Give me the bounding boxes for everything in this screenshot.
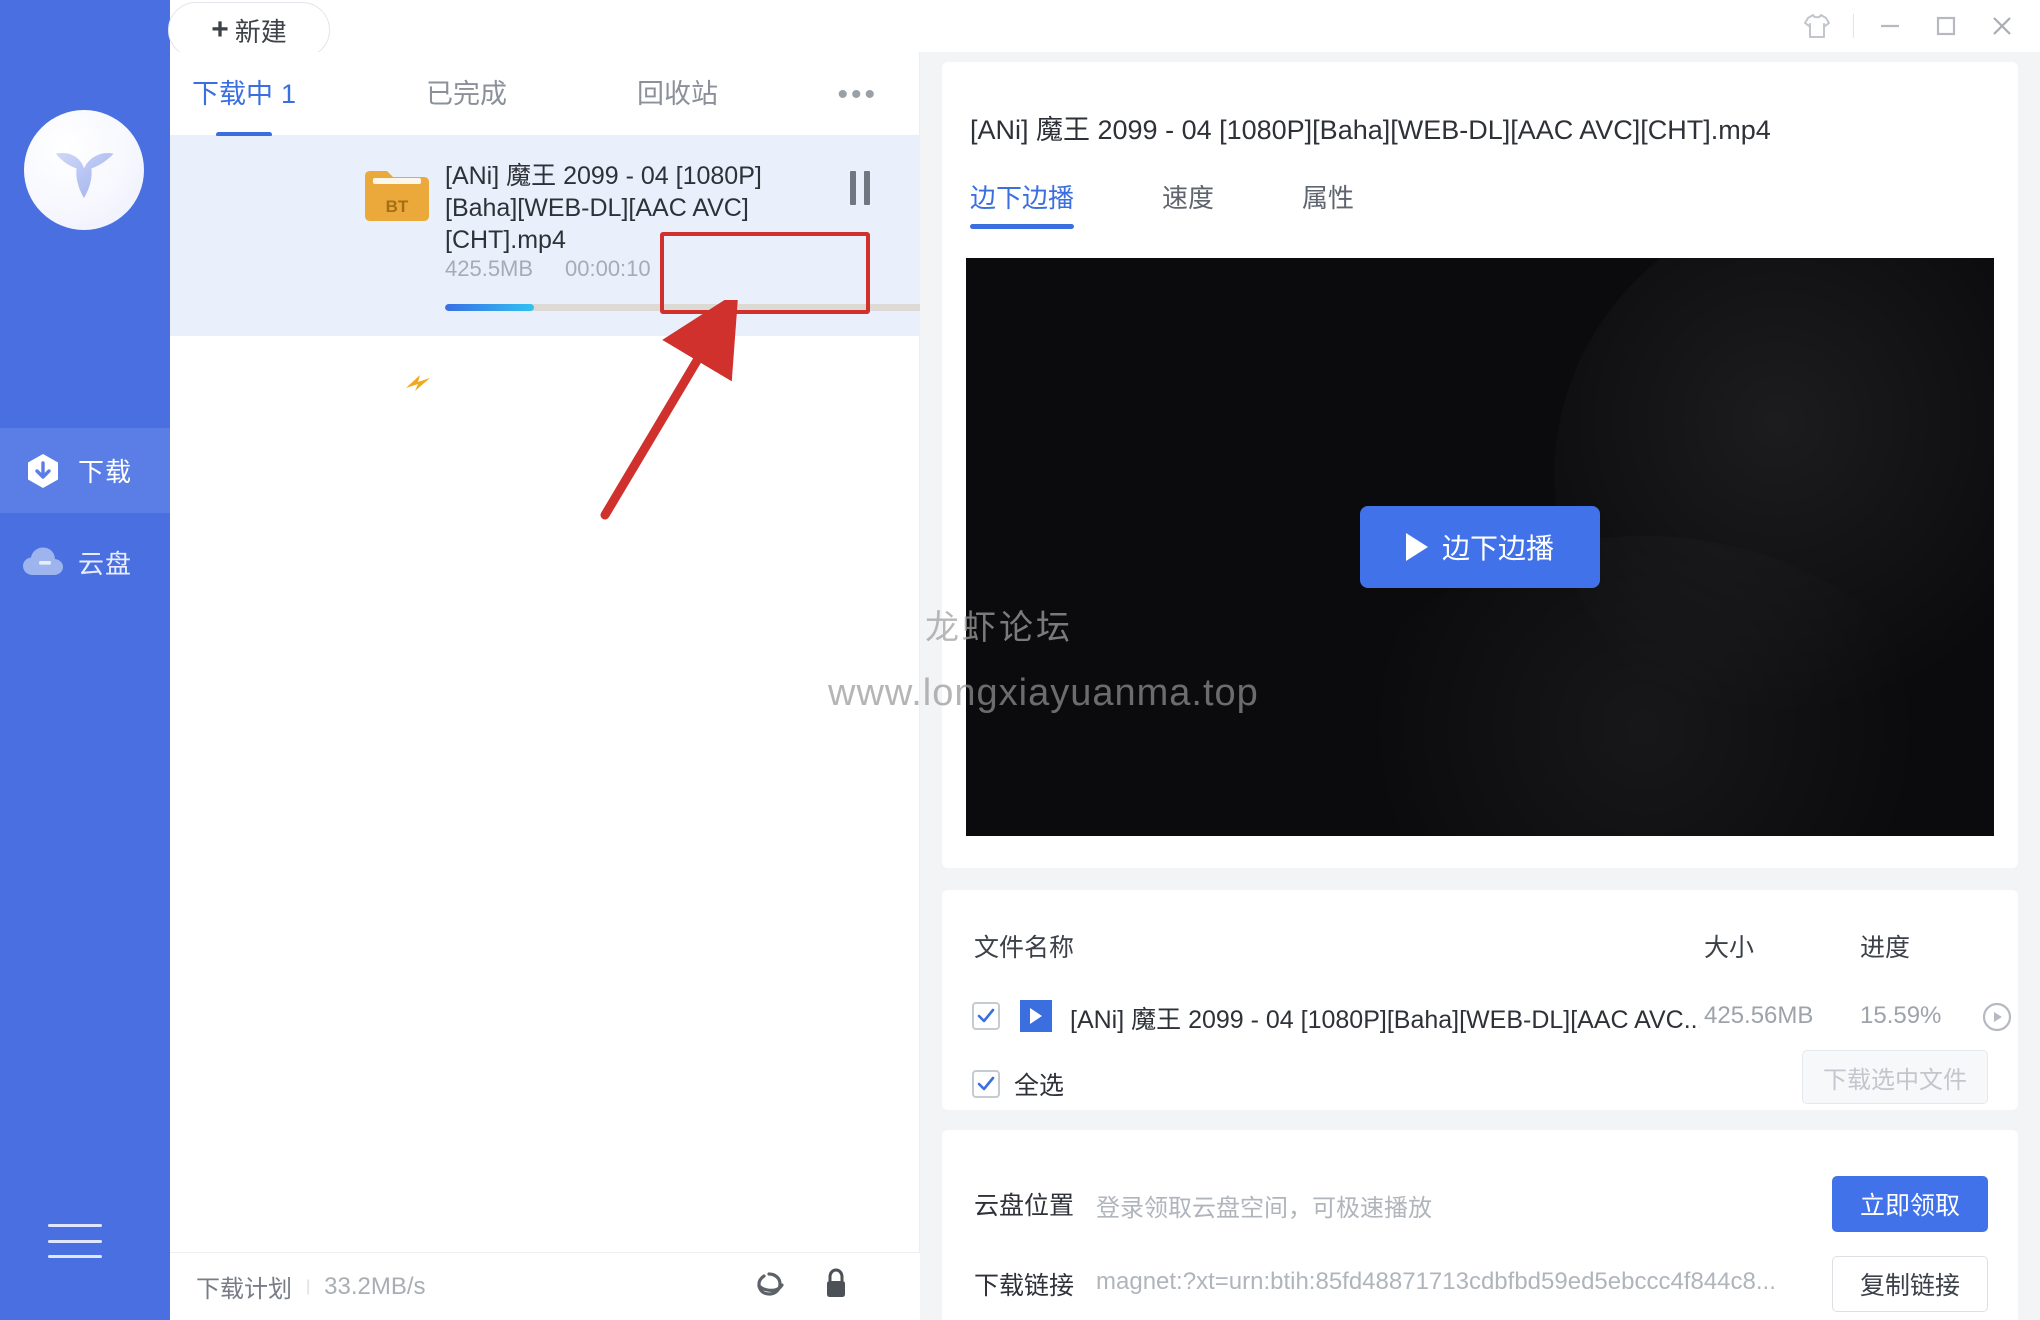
sidebar-item-cloud[interactable]: 云盘 [0, 520, 170, 605]
video-player[interactable]: 边下边播 [966, 258, 1994, 836]
task-title: [ANi] 魔王 2099 - 04 [1080P][Baha][WEB-DL]… [445, 162, 762, 254]
detail-tab-stream-while-download[interactable]: 边下边播 [970, 178, 1075, 229]
download-circle-icon[interactable] [1980, 1000, 2014, 1039]
download-plan-label[interactable]: 下载计划 [196, 1269, 292, 1304]
tab-recycle-label: 回收站 [637, 79, 719, 109]
info-card: 云盘位置 登录领取云盘空间，可极速播放 立即领取 下载链接 magnet:?xt… [942, 1130, 2018, 1320]
cloud-location-value: 登录领取云盘空间，可极速播放 [1096, 1195, 1432, 1222]
tab-downloading-count: 1 [281, 79, 297, 109]
tab-completed-label: 已完成 [426, 79, 508, 109]
pause-button[interactable] [842, 168, 878, 208]
file-list-card: 文件名称 大小 进度 [ANi] 魔王 2099 - 04 [1080P][Ba… [942, 890, 2018, 1110]
sidebar-item-label-cloud: 云盘 [78, 549, 133, 579]
sidebar-item-label-download: 下载 [78, 457, 133, 487]
status-divider: | [306, 1277, 311, 1295]
task-progress-fill [445, 304, 534, 311]
tab-completed[interactable]: 已完成 [426, 72, 507, 115]
detail-tabs: 边下边播 速度 属性 [970, 178, 1354, 229]
detail-tab-label-2: 属性 [1302, 183, 1355, 213]
file-row-size: 425.56MB [1704, 1002, 1814, 1029]
copy-link-button[interactable]: 复制链接 [1832, 1256, 1988, 1312]
detail-panel: [ANi] 魔王 2099 - 04 [1080P][Baha][WEB-DL]… [920, 52, 2040, 1320]
task-remaining-time: 00:00:10 [565, 256, 651, 281]
hamburger-menu-icon[interactable] [48, 1224, 102, 1258]
files-header-size: 大小 [1704, 934, 1755, 962]
file-row-checkbox[interactable] [972, 1002, 1000, 1030]
files-header-progress: 进度 [1860, 934, 1911, 962]
sidebar: 下载 云盘 [0, 0, 170, 1320]
status-bar: 下载计划 | 33.2MB/s [170, 1252, 920, 1320]
select-all-label: 全选 [1014, 1072, 1065, 1100]
window-controls [1789, 0, 2030, 52]
tshirt-icon[interactable] [1789, 0, 1845, 52]
download-selected-button[interactable]: 下载选中文件 [1802, 1050, 1988, 1104]
detail-tab-label-1: 速度 [1162, 183, 1215, 213]
internet-explorer-icon[interactable] [752, 1267, 786, 1306]
tab-recycle-bin[interactable]: 回收站 [637, 72, 718, 115]
download-hexagon-icon [22, 450, 64, 492]
tab-downloading-label: 下载中 [192, 79, 273, 109]
files-header-name: 文件名称 [974, 934, 1075, 962]
table-row[interactable]: [ANi] 魔王 2099 - 04 [1080P][Baha][WEB-DL]… [942, 994, 2018, 1050]
plus-icon: + [211, 13, 229, 46]
select-all-checkbox[interactable] [972, 1070, 1000, 1098]
stream-play-button[interactable]: 边下边播 [1360, 506, 1600, 588]
cloud-location-row: 云盘位置 登录领取云盘空间，可极速播放 立即领取 [974, 1176, 1988, 1238]
status-speed: 33.2MB/s [324, 1272, 426, 1300]
detail-tab-properties[interactable]: 属性 [1302, 178, 1354, 229]
close-icon[interactable] [1974, 0, 2030, 52]
lock-icon[interactable] [822, 1267, 850, 1306]
more-options-icon[interactable]: ••• [837, 78, 878, 112]
status-icons [752, 1267, 850, 1306]
cloud-location-label: 云盘位置 [974, 1192, 1075, 1220]
player-card: [ANi] 魔王 2099 - 04 [1080P][Baha][WEB-DL]… [942, 62, 2018, 868]
tab-downloading[interactable]: 下载中 1 [192, 72, 296, 115]
maximize-icon[interactable] [1918, 0, 1974, 52]
download-link-label: 下载链接 [974, 1272, 1075, 1300]
stream-play-label: 边下边播 [1441, 533, 1554, 564]
task-tabs: 下载中 1 已完成 回收站 ••• [170, 52, 920, 136]
detail-file-title: [ANi] 魔王 2099 - 04 [1080P][Baha][WEB-DL]… [970, 115, 1771, 145]
task-item[interactable]: BT [ANi] 魔王 2099 - 04 [1080P][Baha][WEB-… [170, 136, 1027, 336]
play-square-icon[interactable] [1020, 1000, 1052, 1032]
hummingbird-logo-icon [55, 153, 114, 199]
boost-lightning-icon [402, 372, 434, 394]
file-row-progress: 15.59% [1860, 1002, 1942, 1029]
app-logo [24, 110, 144, 230]
claim-cloud-space-button[interactable]: 立即领取 [1832, 1176, 1988, 1232]
cloud-disk-icon [22, 542, 64, 584]
divider [1853, 14, 1854, 38]
task-list-panel: 下载中 1 已完成 回收站 ••• BT [ANi] 魔王 2099 - 04 [… [170, 52, 1027, 1320]
title-bar [170, 0, 2040, 52]
sidebar-item-download[interactable]: 下载 [0, 428, 170, 513]
new-task-label: 新建 [234, 16, 287, 47]
svg-text:BT: BT [386, 197, 409, 216]
file-row-name: [ANi] 魔王 2099 - 04 [1080P][Baha][WEB-DL]… [1070, 1006, 1700, 1034]
play-triangle-icon [1405, 533, 1428, 561]
bt-folder-icon: BT [363, 166, 431, 224]
detail-tab-label-0: 边下边播 [970, 183, 1075, 213]
detail-tab-speed[interactable]: 速度 [1162, 178, 1214, 229]
new-task-button[interactable]: + 新建 [168, 2, 330, 58]
app-window: 下载 云盘 + 新建 下载中 1 已完成 回收站 ••• BT [ANi] 魔王… [0, 0, 2040, 1320]
select-all-control[interactable]: 全选 [972, 1066, 1064, 1102]
download-link-value: magnet:?xt=urn:btih:85fd48871713cdbfbd59… [1096, 1268, 1776, 1295]
minimize-icon[interactable] [1862, 0, 1918, 52]
download-link-row: 下载链接 magnet:?xt=urn:btih:85fd48871713cdb… [974, 1256, 1988, 1318]
task-size: 425.5MB [445, 256, 534, 281]
